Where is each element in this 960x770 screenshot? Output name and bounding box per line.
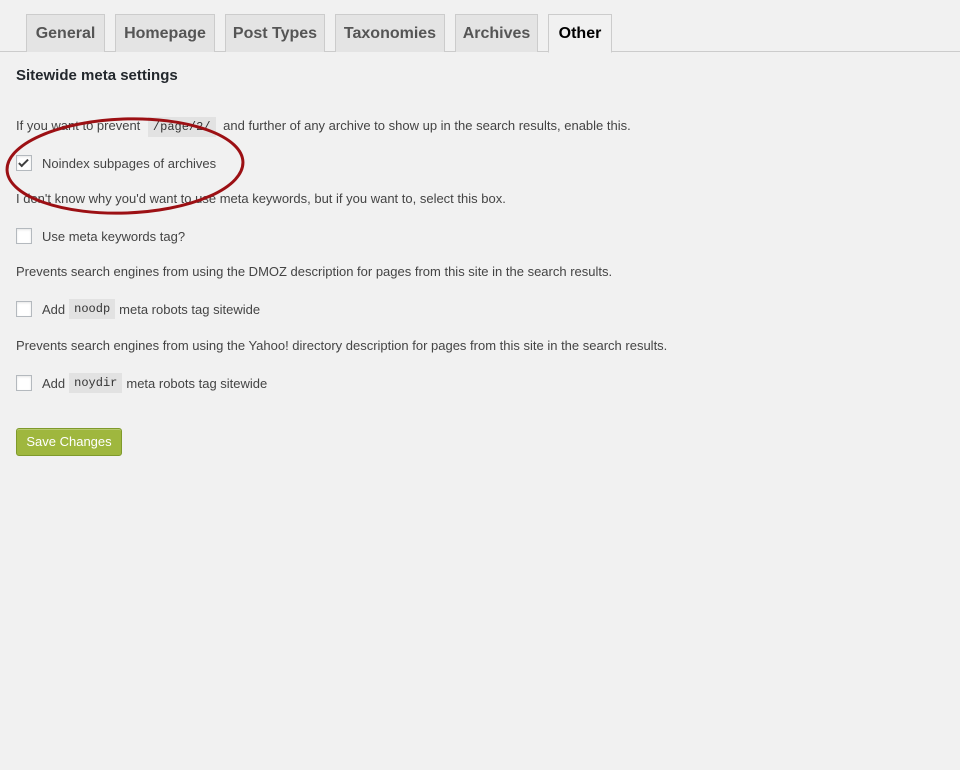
noodp-label-before: Add [42,301,66,317]
meta-keywords-label: Use meta keywords tag? [42,228,186,244]
tab-general[interactable]: General [26,14,105,52]
meta-keywords-option[interactable]: Use meta keywords tag? [16,226,185,246]
checkmark-icon [18,156,29,168]
noydir-checkbox[interactable] [16,375,32,391]
noydir-label-after: meta robots tag sitewide [126,375,268,391]
meta-keywords-description: I don't know why you'd want to use meta … [16,191,506,206]
tab-homepage[interactable]: Homepage [115,14,215,52]
noindex-description-after: and further of any archive to show up in… [223,118,631,133]
settings-page: General Homepage Post Types Taxonomies A… [0,0,960,770]
noydir-code: noydir [69,373,123,393]
tab-post-types[interactable]: Post Types [225,14,325,52]
dmoz-description: Prevents search engines from using the D… [16,264,613,279]
noindex-subpages-option[interactable]: Noindex subpages of archives [16,153,216,173]
noydir-option[interactable]: Add noydir meta robots tag sitewide [16,373,267,393]
noindex-subpages-checkbox[interactable] [16,155,32,171]
noodp-option[interactable]: Add noodp meta robots tag sitewide [16,299,260,319]
noodp-label-after: meta robots tag sitewide [119,301,261,317]
meta-keywords-checkbox[interactable] [16,228,32,244]
noydir-label-before: Add [42,375,66,391]
settings-tabs: General Homepage Post Types Taxonomies A… [0,0,960,53]
page-path-code: /page/2/ [147,117,216,137]
noindex-subpages-label: Noindex subpages of archives [42,155,217,171]
noindex-description: If you want to prevent /page/2/ and furt… [16,116,631,137]
tab-other[interactable]: Other [548,14,612,53]
tab-archives[interactable]: Archives [455,14,538,52]
section-title: Sitewide meta settings [16,67,178,84]
tab-taxonomies[interactable]: Taxonomies [335,14,445,52]
noindex-description-before: If you want to prevent [16,118,141,133]
noodp-code: noodp [69,299,116,319]
save-changes-button[interactable]: Save Changes [16,428,122,456]
noodp-checkbox[interactable] [16,301,32,317]
yahoo-description: Prevents search engines from using the Y… [16,338,668,353]
